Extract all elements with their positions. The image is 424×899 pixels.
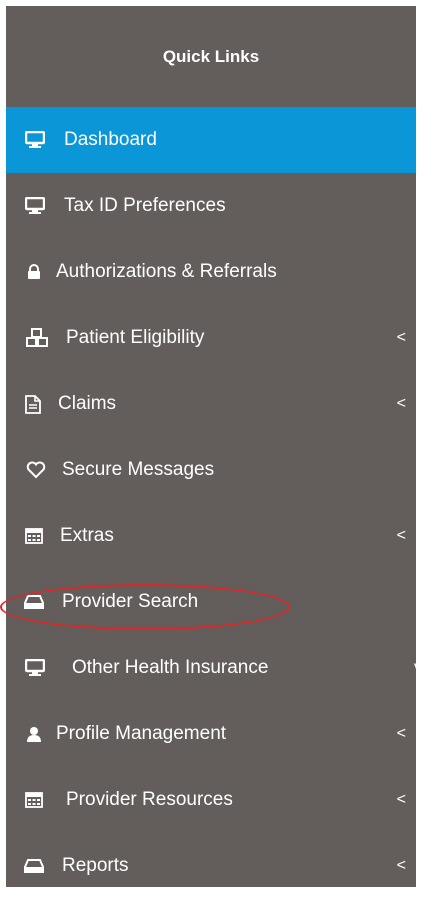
sidebar-item-label: Profile Management xyxy=(56,723,227,744)
monitor-icon xyxy=(24,129,46,151)
sidebar-item-tax-id-preferences[interactable]: Tax ID Preferences xyxy=(6,173,416,239)
sidebar-item-label: Patient Eligibility xyxy=(66,327,205,348)
cubes-icon xyxy=(24,327,50,349)
document-icon xyxy=(24,393,42,415)
sidebar-item-provider-resources[interactable]: Provider Resources < xyxy=(6,767,416,833)
hdd-icon xyxy=(24,591,44,613)
sidebar: Quick Links Dashboard Tax ID Preferences… xyxy=(0,6,422,887)
calculator-icon xyxy=(24,789,44,811)
sidebar-item-label: Provider Resources xyxy=(66,789,233,810)
chevron-left-icon: < xyxy=(396,527,406,544)
chevron-left-icon: < xyxy=(396,791,406,808)
chevron-down-icon: v xyxy=(414,659,422,676)
sidebar-item-dashboard[interactable]: Dashboard xyxy=(6,107,416,173)
chevron-left-icon: < xyxy=(396,395,406,412)
sidebar-item-label: Other Health Insurance xyxy=(72,657,269,678)
sidebar-item-provider-search[interactable]: Provider Search xyxy=(6,569,416,635)
sidebar-item-label: Extras xyxy=(60,525,114,546)
sidebar-item-profile-management[interactable]: Profile Management < xyxy=(6,701,416,767)
sidebar-item-label: Reports xyxy=(62,855,129,876)
sidebar-item-other-health-insurance[interactable]: Other Health Insurance v xyxy=(6,635,422,701)
sidebar-item-secure-messages[interactable]: Secure Messages xyxy=(6,437,416,503)
sidebar-item-patient-eligibility[interactable]: Patient Eligibility < xyxy=(6,305,416,371)
sidebar-item-reports[interactable]: Reports < xyxy=(6,833,416,899)
user-icon xyxy=(26,723,42,745)
sidebar-title: Quick Links xyxy=(6,6,416,107)
chevron-left-icon: < xyxy=(396,857,406,874)
heart-icon xyxy=(26,459,46,481)
chevron-left-icon: < xyxy=(396,329,406,346)
sidebar-item-label: Tax ID Preferences xyxy=(64,195,226,216)
sidebar-item-claims[interactable]: Claims < xyxy=(6,371,416,437)
sidebar-item-extras[interactable]: Extras < xyxy=(6,503,416,569)
sidebar-item-authorizations-referrals[interactable]: Authorizations & Referrals xyxy=(6,239,416,305)
hdd-icon xyxy=(24,855,44,877)
monitor-icon xyxy=(24,195,46,217)
sidebar-item-label: Secure Messages xyxy=(62,459,215,480)
chevron-left-icon: < xyxy=(396,725,406,742)
sidebar-item-label: Claims xyxy=(58,393,117,414)
lock-icon xyxy=(26,261,42,283)
monitor-icon xyxy=(24,657,46,679)
calculator-icon xyxy=(24,525,44,547)
sidebar-item-label: Dashboard xyxy=(64,129,157,150)
sidebar-title-text: Quick Links xyxy=(162,46,260,66)
sidebar-item-label: Authorizations & Referrals xyxy=(56,261,277,282)
sidebar-item-label: Provider Search xyxy=(62,591,199,612)
